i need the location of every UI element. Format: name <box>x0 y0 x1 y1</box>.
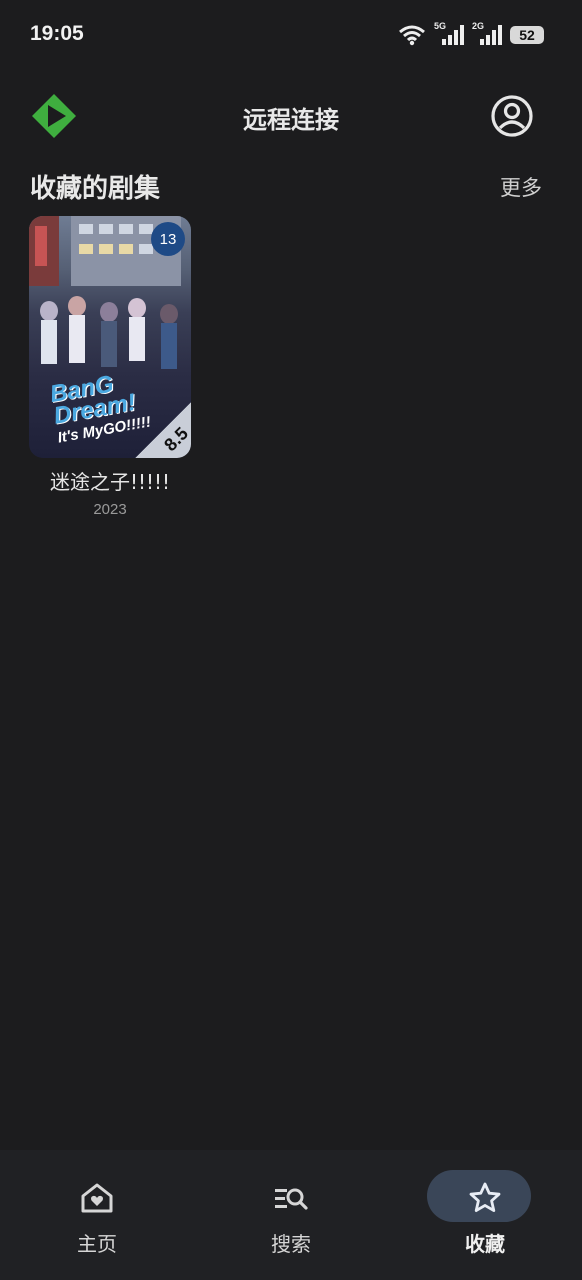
app-bar: 远程连接 <box>0 80 582 152</box>
more-button[interactable]: 更多 <box>500 172 542 202</box>
status-time: 19:05 <box>30 22 84 45</box>
nav-item-search[interactable]: 搜索 <box>194 1150 388 1280</box>
star-icon <box>469 1182 501 1212</box>
nav-item-home[interactable]: 主页 <box>0 1150 194 1280</box>
battery-indicator: 52 <box>510 26 544 44</box>
sim1-network-tag: 5G <box>434 21 447 31</box>
wifi-icon <box>399 25 425 46</box>
search-list-icon <box>275 1188 308 1210</box>
nav-label-home: 主页 <box>77 1232 117 1256</box>
poster-image[interactable]: BanG Dream! It's MyGO!!!!! 13 8.5 <box>29 216 191 458</box>
nav-item-favorites[interactable]: 收藏 <box>388 1150 582 1280</box>
signal-sim2-icon: 2G <box>472 21 502 47</box>
nav-label-favorites: 收藏 <box>465 1232 505 1256</box>
card-title[interactable]: 迷途之子!!!!! <box>29 466 191 495</box>
home-heart-icon <box>81 1183 113 1213</box>
rating-corner: 8.5 <box>135 402 191 458</box>
bottom-nav: 主页 搜索 收藏 <box>0 1150 582 1280</box>
signal-sim1-icon: 5G <box>434 21 464 47</box>
nav-label-search: 搜索 <box>271 1232 311 1256</box>
account-icon[interactable] <box>490 94 534 138</box>
section-title: 收藏的剧集 <box>30 174 161 204</box>
card-year: 2023 <box>93 501 127 518</box>
status-bar: 19:05 5G 2G 52 <box>0 0 582 70</box>
episode-count-badge: 13 <box>151 222 185 256</box>
favorite-card[interactable]: BanG Dream! It's MyGO!!!!! 13 8.5 迷途之子!!… <box>29 216 191 518</box>
rating-value: 8.5 <box>160 423 191 456</box>
status-icons: 5G 2G 52 <box>398 21 544 48</box>
sim2-network-tag: 2G <box>472 21 485 31</box>
